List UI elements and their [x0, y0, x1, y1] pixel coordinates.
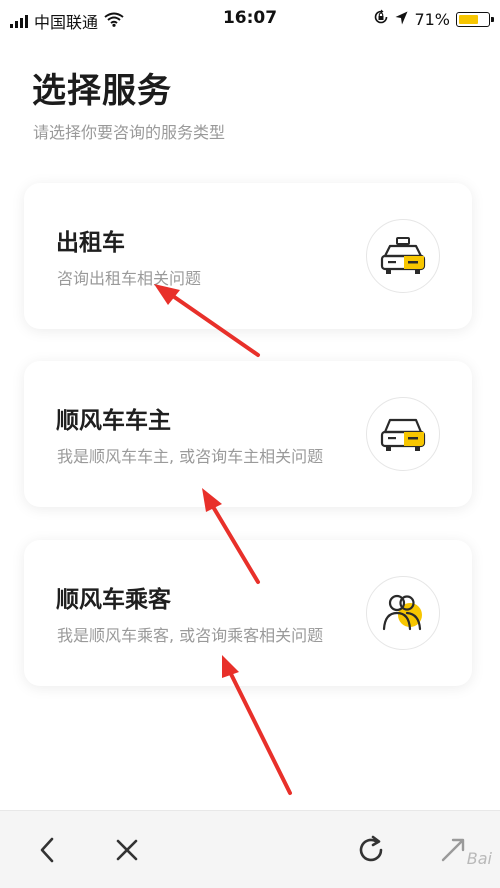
service-card-driver[interactable]: 顺风车车主 我是顺风车车主, 或咨询车主相关问题 — [24, 361, 472, 507]
passengers-icon — [366, 576, 440, 650]
car-icon — [366, 397, 440, 471]
refresh-button[interactable] — [354, 833, 388, 867]
back-icon — [40, 837, 54, 863]
service-title: 出租车 — [56, 230, 125, 256]
service-description: 咨询出租车相关问题 — [57, 269, 202, 288]
battery-icon — [456, 11, 494, 27]
bottom-toolbar: Bai — [0, 810, 500, 888]
close-icon — [116, 839, 138, 861]
expand-icon — [441, 838, 465, 862]
location-icon — [395, 10, 408, 29]
back-button[interactable] — [30, 833, 64, 867]
service-title: 顺风车车主 — [56, 408, 171, 434]
page-subtitle: 请选择你要咨询的服务类型 — [33, 123, 226, 142]
service-title: 顺风车乘客 — [56, 587, 171, 613]
service-description: 我是顺风车乘客, 或咨询乘客相关问题 — [57, 626, 324, 645]
refresh-icon — [359, 835, 383, 862]
watermark: Bai — [466, 849, 492, 868]
orientation-lock-icon — [373, 9, 389, 29]
service-card-taxi[interactable]: 出租车 咨询出租车相关问题 — [24, 183, 472, 329]
expand-button[interactable] — [436, 833, 470, 867]
service-card-passenger[interactable]: 顺风车乘客 我是顺风车乘客, 或咨询乘客相关问题 — [24, 540, 472, 686]
close-button[interactable] — [110, 833, 144, 867]
page-title: 选择服务 — [32, 71, 172, 111]
service-description: 我是顺风车车主, 或咨询车主相关问题 — [57, 447, 324, 466]
battery-fill — [459, 14, 478, 24]
battery-percent: 71% — [414, 9, 450, 29]
taxi-icon — [366, 219, 440, 293]
status-bar: 中国联通 16:07 71% — [0, 0, 500, 40]
status-right: 71% — [373, 9, 494, 29]
